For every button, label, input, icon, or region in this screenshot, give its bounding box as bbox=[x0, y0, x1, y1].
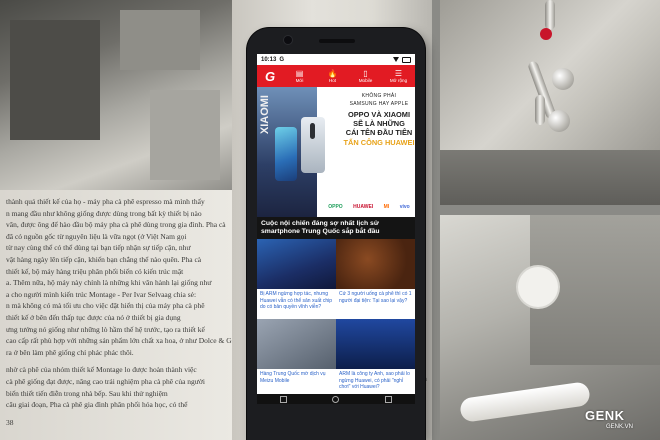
book-line: từ nay cùng thể có thể dùng tại bạn tiếp… bbox=[6, 243, 191, 253]
hero-line: CÁI TÊN ĐẦU TIÊN bbox=[345, 128, 413, 137]
book-line: vật hàng ngày lên tiếp cận, khiến bạn ch… bbox=[6, 254, 202, 264]
hero-line: TẤN CÔNG HUAWEI bbox=[343, 138, 415, 147]
smartphone: 10:13 G G ▤ Mới 🔥 Hot ▯ Mobile ☰ Mở rộng bbox=[247, 28, 425, 440]
hero-phone-blue bbox=[275, 127, 297, 181]
genk-logo[interactable]: G bbox=[257, 65, 283, 87]
book-photo-concrete bbox=[0, 0, 245, 190]
camera-module-icon bbox=[310, 123, 315, 139]
brand-label: vivo bbox=[399, 204, 410, 210]
book-left-page: thành quả thiết kế của họ - máy pha cà p… bbox=[0, 0, 245, 440]
battery-icon bbox=[402, 56, 411, 63]
back-icon[interactable] bbox=[279, 395, 287, 403]
article-thumbnail bbox=[257, 239, 336, 290]
app-g-icon: G bbox=[279, 56, 285, 63]
book-line: n mang đầu như không giống được dùng tro… bbox=[6, 208, 202, 218]
brand-label: MI bbox=[383, 204, 390, 210]
mobile-icon: ▯ bbox=[363, 68, 368, 78]
white-spout bbox=[458, 381, 592, 423]
genk-watermark: GENK bbox=[585, 408, 625, 423]
article-card[interactable]: Cứ 3 người uống cà phê thì có 1 người đạ… bbox=[336, 239, 415, 320]
article-card[interactable]: ARM là công ty Anh, sao phải lo ngừng Hu… bbox=[336, 319, 415, 400]
home-icon[interactable] bbox=[332, 395, 340, 403]
red-cap bbox=[540, 28, 552, 40]
book-line: a. Thêm nữa, hộ máy này chính là những k… bbox=[6, 278, 212, 288]
lever-handle bbox=[535, 95, 545, 125]
concrete-slab bbox=[440, 150, 660, 205]
front-camera-icon bbox=[284, 36, 292, 44]
article-grid: Bị ARM ngừng hợp tác, nhưng Huawei vẫn c… bbox=[257, 239, 415, 400]
article-caption: Bị ARM ngừng hợp tác, nhưng Huawei vẫn c… bbox=[260, 291, 332, 310]
book-line: ra ở bên làm phê giống chỉ phác phác thô… bbox=[6, 347, 134, 357]
site-nav-bar: G ▤ Mới 🔥 Hot ▯ Mobile ☰ Mở rộng bbox=[257, 65, 415, 87]
hero-copy: KHÔNG PHẢI SAMSUNG HAY APPLE OPPO VÀ XIA… bbox=[343, 93, 415, 147]
hero-line: OPPO VÀ XIAOMI bbox=[347, 110, 410, 119]
book-line: cao cấp rất phù hợp với những sản phẩm l… bbox=[6, 336, 236, 346]
genk-watermark-url: GENK.VN bbox=[606, 424, 634, 430]
book-line: biến thiết tiến điễn trong nhà bếp. Sau … bbox=[6, 388, 168, 398]
book-line: đã có nguồn gốc từ nguyên liệu là vữa ng… bbox=[6, 231, 187, 241]
book-line: n mà không có mà tối ưu cho việc đặt hiể… bbox=[6, 301, 205, 311]
hero-line: SAMSUNG HAY APPLE bbox=[349, 101, 409, 107]
hero-vertical-brand: XIAOMI bbox=[259, 95, 271, 135]
status-bar: 10:13 G bbox=[257, 54, 415, 65]
photo-concrete-knob bbox=[440, 215, 660, 440]
hero-brand-row: OPPO HUAWEI MI vivo bbox=[323, 204, 415, 210]
article-thumbnail bbox=[336, 239, 415, 290]
menu-icon: ☰ bbox=[394, 68, 403, 78]
book-line: thành quả thiết kế của họ - máy pha cà p… bbox=[6, 197, 205, 206]
book-line: câu giai đoạn, Pha cà phê gia đình phân … bbox=[6, 400, 188, 410]
book-left-text: thành quả thiết kế của họ - máy pha cà p… bbox=[6, 196, 236, 428]
brand-label: OPPO bbox=[328, 204, 343, 210]
android-nav-bar bbox=[257, 394, 415, 404]
nav-tab-label: Mới bbox=[295, 77, 304, 83]
white-knob bbox=[518, 267, 558, 307]
book-line: văn, được ông để hào đầu bộ máy pha cà p… bbox=[6, 220, 226, 230]
book-line: thiết kế ở bên đến thấp tục được của nó … bbox=[6, 312, 181, 322]
lever-cap bbox=[552, 68, 574, 90]
page-number-left: 38 bbox=[6, 417, 14, 427]
article-caption: Hàng Trung Quốc mờ dịch vụ Meizu Mobile bbox=[260, 371, 326, 384]
lever-handle bbox=[545, 0, 555, 30]
nav-tab-hot[interactable]: 🔥 Hot bbox=[316, 65, 349, 87]
book-line: a cho người mình kiến trúc Montage - Per… bbox=[6, 289, 197, 299]
nav-tab-label: Hot bbox=[328, 77, 337, 83]
book-line: cà phê giống đạt được, năng cao trải ngh… bbox=[6, 376, 205, 386]
article-thumbnail bbox=[257, 319, 336, 370]
lever-cap bbox=[548, 110, 570, 132]
recents-icon[interactable] bbox=[385, 395, 393, 403]
flame-icon: 🔥 bbox=[327, 68, 338, 78]
article-card[interactable]: Hàng Trung Quốc mờ dịch vụ Meizu Mobile bbox=[257, 319, 336, 400]
article-caption: ARM là công ty Anh, sao phải lo ngừng Hu… bbox=[339, 371, 410, 390]
article-headline[interactable]: Cuộc nội chiến đáng sợ nhất lịch sử smar… bbox=[257, 217, 415, 240]
photo-concrete-levers bbox=[440, 0, 660, 205]
nav-tab-mo-rong[interactable]: ☰ Mở rộng bbox=[382, 65, 415, 87]
wifi-icon bbox=[393, 57, 399, 62]
nav-tab-moi[interactable]: ▤ Mới bbox=[283, 65, 316, 87]
phone-screen: 10:13 G G ▤ Mới 🔥 Hot ▯ Mobile ☰ Mở rộng bbox=[257, 54, 415, 404]
article-caption: Cứ 3 người uống cà phê thì có 1 người đạ… bbox=[339, 291, 412, 304]
article-card[interactable]: Bị ARM ngừng hợp tác, nhưng Huawei vẫn c… bbox=[257, 239, 336, 320]
hero-line: SẼ LÀ NHỮNG bbox=[353, 119, 405, 128]
book-line: nhờ cà phê của nhóm thiết kế Montage lo … bbox=[6, 365, 197, 375]
nav-tab-label: Mở rộng bbox=[389, 77, 408, 83]
earpiece bbox=[319, 39, 355, 43]
book-line: thiết kế, bộ máy hàng triệu phân phối bi… bbox=[6, 266, 184, 276]
hero-line: KHÔNG PHẢI bbox=[361, 93, 397, 99]
article-thumbnail bbox=[336, 319, 415, 370]
brand-label: HUAWEI bbox=[353, 204, 374, 210]
hero-banner[interactable]: XIAOMI KHÔNG PHẢI SAMSUNG HAY APPLE OPPO… bbox=[257, 87, 415, 217]
hero-phone-silver bbox=[301, 117, 325, 173]
nav-tab-mobile[interactable]: ▯ Mobile bbox=[349, 65, 382, 87]
nav-tab-label: Mobile bbox=[358, 77, 373, 83]
status-time: 10:13 bbox=[261, 56, 277, 63]
book-line: ưng tướng nó giống như những lò hầm thế … bbox=[6, 324, 205, 334]
document-icon: ▤ bbox=[295, 68, 304, 78]
